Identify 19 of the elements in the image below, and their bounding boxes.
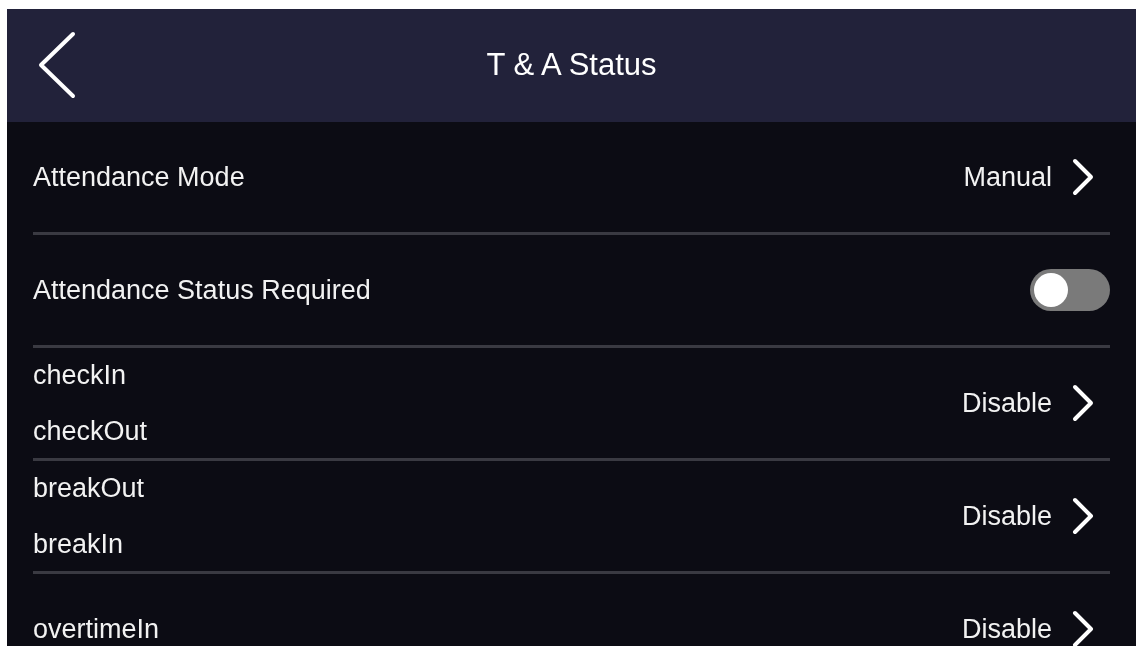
setting-label: breakIn [33, 528, 125, 561]
chevron-right-icon [1072, 158, 1094, 196]
value-selector[interactable]: Manual [963, 158, 1110, 196]
setting-label: Attendance Mode [33, 161, 245, 194]
setting-label: breakOut [33, 472, 145, 505]
setting-label: overtimeIn [33, 613, 160, 646]
chevron-right-icon [1072, 610, 1094, 646]
value-selector[interactable]: Disable [961, 610, 1110, 646]
setting-label: Attendance Status Required [33, 274, 371, 307]
value-selector[interactable]: Disable [961, 384, 1110, 422]
chevron-right-icon [1072, 384, 1094, 422]
setting-label: checkIn [33, 359, 128, 392]
value-selector[interactable]: Disable [961, 497, 1110, 535]
chevron-right-icon [1072, 497, 1094, 535]
page-title: T & A Status [486, 46, 657, 85]
toggle-switch[interactable] [1030, 269, 1110, 311]
back-chevron-icon [37, 31, 77, 99]
back-button[interactable] [37, 31, 77, 99]
setting-label: checkOut [33, 415, 148, 448]
